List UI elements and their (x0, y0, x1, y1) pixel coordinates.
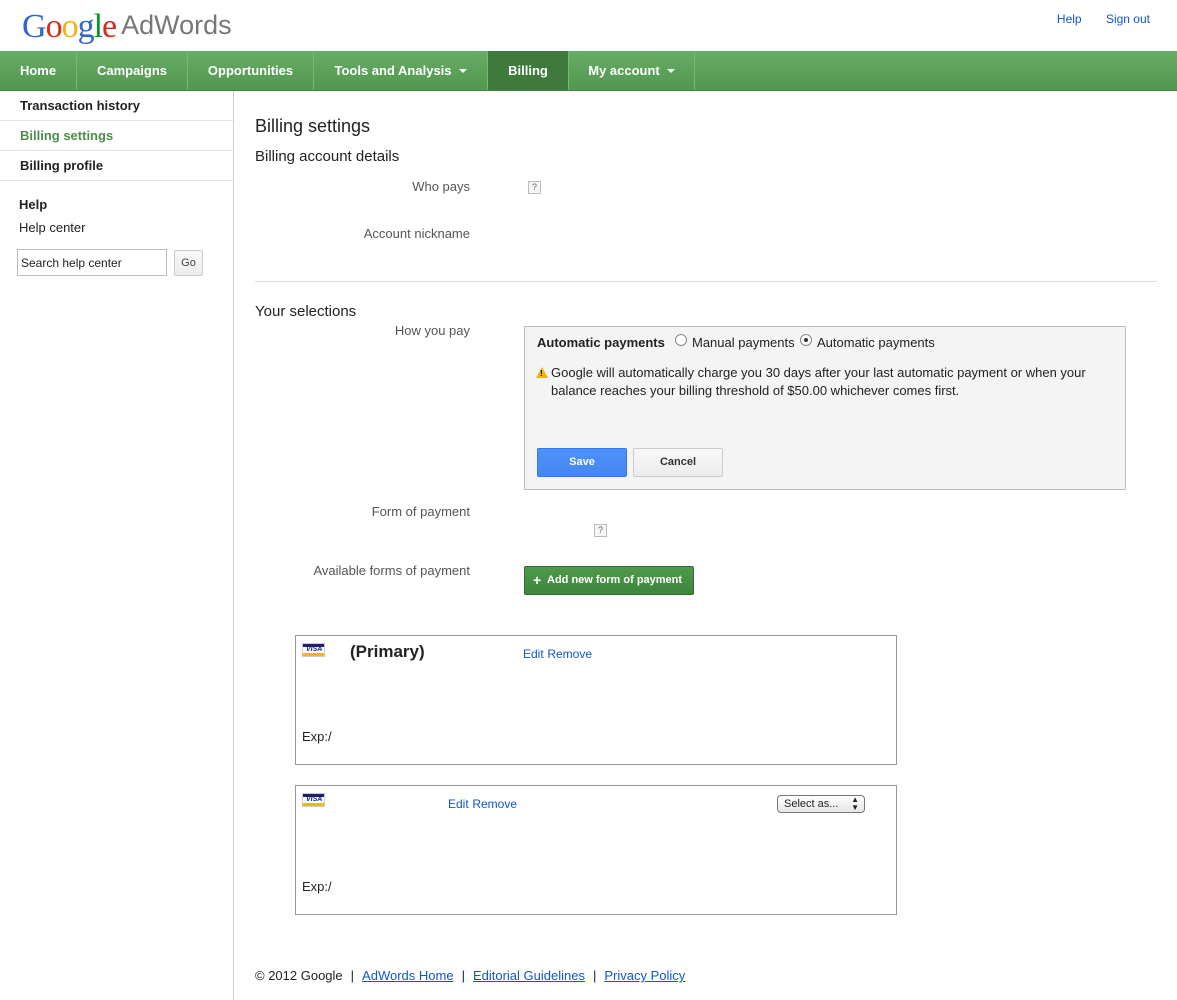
add-payment-button[interactable]: + Add new form of payment (524, 566, 694, 595)
nav-opportunities[interactable]: Opportunities (188, 51, 314, 90)
primary-label: (Primary) (350, 642, 425, 661)
main-nav: Home Campaigns Opportunities Tools and A… (0, 51, 1177, 91)
visa-card-icon: VISA (302, 793, 325, 807)
adwords-home-link[interactable]: AdWords Home (362, 968, 454, 983)
automatic-payments-radio[interactable] (800, 334, 812, 346)
sidebar-item-transaction-history[interactable]: Transaction history (0, 91, 233, 121)
sidebar-item-billing-settings[interactable]: Billing settings (0, 121, 233, 151)
plus-icon: + (533, 572, 542, 588)
nav-home[interactable]: Home (0, 51, 77, 90)
payment-card-primary: VISA (Primary) Edit Remove Exp:/ (295, 635, 897, 765)
save-button[interactable]: Save (537, 448, 627, 477)
card-actions: Edit Remove (523, 646, 592, 661)
sidebar-help-title: Help (19, 197, 48, 212)
footer: © 2012 Google | AdWords Home | Editorial Gui… (255, 968, 686, 983)
google-adwords-logo[interactable]: Google AdWords (22, 8, 232, 48)
help-search-go-button[interactable]: Go (174, 250, 203, 276)
page-title: Billing settings (255, 116, 371, 136)
nav-tools-and-analysis[interactable]: Tools and Analysis (314, 51, 488, 90)
header: Google AdWords Help Sign out (0, 0, 1177, 51)
chevron-down-icon (458, 68, 467, 73)
card-actions: Edit Remove (448, 796, 517, 811)
help-question-icon[interactable]: ? (594, 524, 607, 537)
how-you-pay-label: How you pay (394, 323, 470, 338)
nav-my-account[interactable]: My account (569, 51, 695, 90)
warning-text: Google will automatically charge you 30 … (551, 365, 1086, 398)
available-forms-label: Available forms of payment (313, 563, 470, 578)
card-expiry: Exp:/ (302, 729, 332, 744)
edit-card-link[interactable]: Edit (448, 797, 469, 811)
nav-billing[interactable]: Billing (488, 51, 569, 90)
help-link[interactable]: Help (1057, 12, 1082, 26)
remove-card-link[interactable]: Remove (472, 797, 517, 811)
copyright: © 2012 Google (255, 968, 343, 983)
payment-method-box: Automatic payments Manual payments Autom… (524, 326, 1126, 490)
manual-payments-label[interactable]: Manual payments (692, 335, 795, 350)
automatic-payments-label[interactable]: Automatic payments (817, 335, 935, 350)
chevron-down-icon (666, 68, 675, 73)
remove-card-link[interactable]: Remove (547, 647, 592, 661)
who-pays-label: Who pays (412, 179, 470, 194)
sign-out-link[interactable]: Sign out (1106, 12, 1150, 26)
privacy-policy-link[interactable]: Privacy Policy (604, 968, 685, 983)
card-expiry: Exp:/ (302, 879, 332, 894)
logo-product-name: AdWords (121, 10, 232, 40)
select-as-dropdown[interactable]: Select as... ▲ ▼ (777, 795, 865, 813)
sidebar: Transaction history Billing settings Bil… (0, 91, 234, 1000)
help-question-icon[interactable]: ? (528, 181, 541, 194)
warning-icon: ! (536, 367, 548, 378)
select-arrows-icon: ▲ ▼ (851, 795, 859, 812)
cancel-button[interactable]: Cancel (633, 448, 723, 477)
help-search-input[interactable] (17, 249, 167, 276)
nav-campaigns[interactable]: Campaigns (77, 51, 188, 90)
visa-card-icon: VISA (302, 643, 325, 657)
manual-payments-radio[interactable] (675, 334, 687, 346)
top-links: Help Sign out (1036, 12, 1150, 26)
editorial-guidelines-link[interactable]: Editorial Guidelines (473, 968, 585, 983)
sidebar-item-billing-profile[interactable]: Billing profile (0, 151, 233, 181)
edit-card-link[interactable]: Edit (523, 647, 544, 661)
section-divider (255, 281, 1157, 282)
payment-card-secondary: VISA Edit Remove Select as... ▲ ▼ Exp:/ (295, 785, 897, 915)
help-center-link[interactable]: Help center (19, 220, 85, 235)
account-details-heading: Billing account details (255, 148, 400, 165)
account-nickname-label: Account nickname (363, 226, 470, 241)
form-of-payment-label: Form of payment (371, 504, 470, 519)
your-selections-heading: Your selections (255, 303, 357, 320)
payment-box-title: Automatic payments (537, 335, 665, 350)
